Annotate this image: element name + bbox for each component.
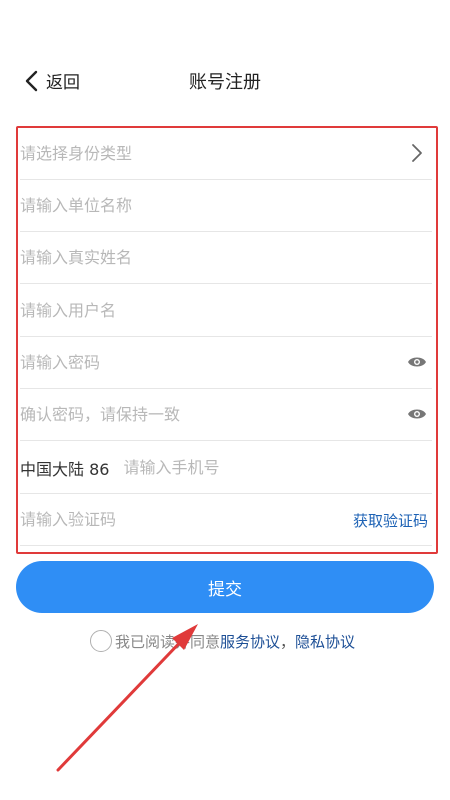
password-row [20,337,432,389]
country-code-selector[interactable]: 中国大陆 86 [20,456,109,480]
verification-code-row: 获取验证码 [20,494,432,546]
registration-form: 中国大陆 86 获取验证码 [16,126,438,554]
agree-checkbox[interactable] [90,630,112,652]
eye-icon[interactable] [406,403,428,425]
username-input[interactable] [20,290,390,331]
service-agreement-link[interactable]: 服务协议 [220,631,280,652]
username-row [20,285,432,337]
real-name-input[interactable] [20,237,390,278]
unit-name-input[interactable] [20,185,390,226]
eye-icon[interactable] [406,351,428,373]
agreement-separator: ， [280,632,296,651]
submit-button[interactable]: 提交 [16,561,434,613]
chevron-right-icon [406,142,428,164]
page-title: 账号注册 [189,72,261,93]
confirm-password-input[interactable] [20,394,390,435]
real-name-row [20,232,432,284]
agreement-text: 我已阅读并同意 [115,632,221,651]
unit-name-row [20,180,432,232]
phone-input[interactable] [123,447,384,488]
password-input[interactable] [20,342,390,383]
privacy-policy-link[interactable]: 隐私协议 [295,631,355,652]
verification-code-input[interactable] [20,499,320,540]
phone-row: 中国大陆 86 [20,442,432,494]
header: 返回 账号注册 [0,58,450,106]
confirm-password-row [20,389,432,441]
agreement: 我已阅读并同意 服务协议 ， 隐私协议 [90,630,355,652]
identity-type-field[interactable] [20,133,390,174]
get-code-button[interactable]: 获取验证码 [353,510,428,531]
identity-type-select[interactable] [20,128,432,180]
